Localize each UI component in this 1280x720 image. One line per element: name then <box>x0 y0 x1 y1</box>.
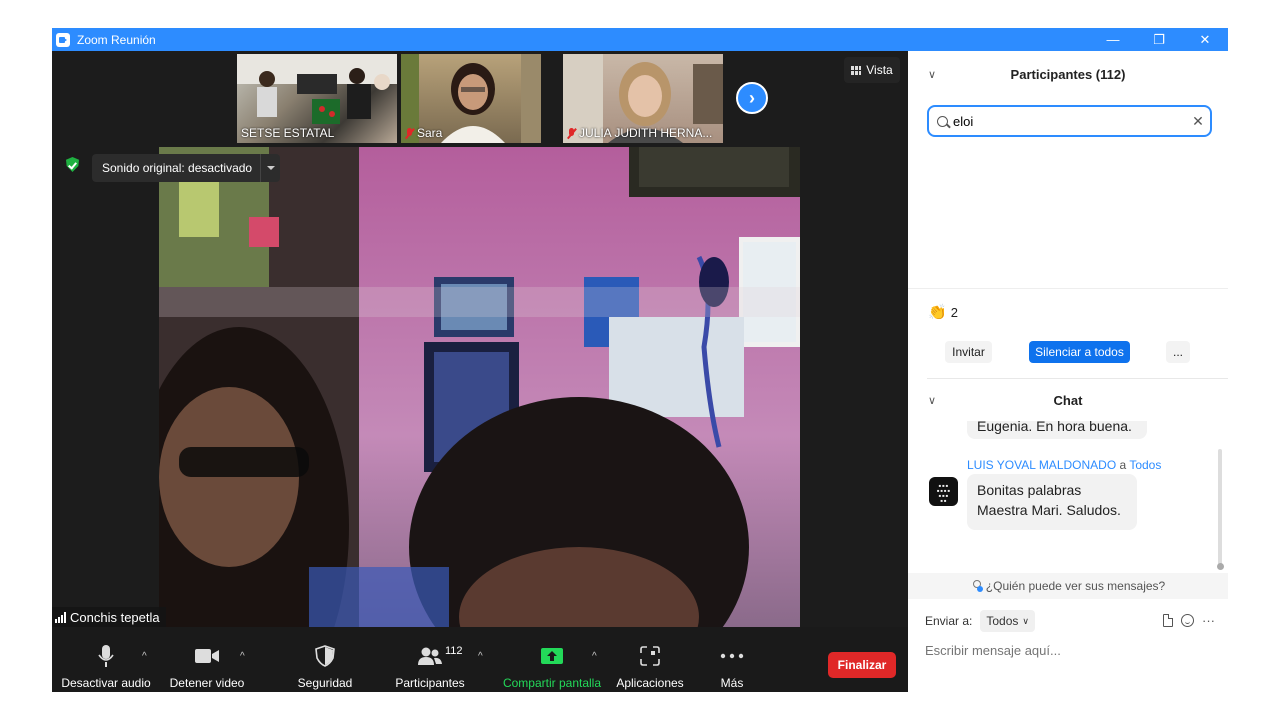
apps-button[interactable]: Aplicaciones <box>612 627 688 692</box>
chat-actions: ··· <box>1163 613 1215 628</box>
mute-all-button[interactable]: Silenciar a todos <box>1029 341 1130 363</box>
encryption-shield-icon[interactable] <box>66 157 79 172</box>
person-icon <box>971 580 983 592</box>
participants-header: ∨ Participantes (112) <box>908 51 1228 97</box>
recipient-name: Todos <box>1129 458 1162 472</box>
security-button[interactable]: Seguridad <box>290 627 360 692</box>
who-can-see-messages-link[interactable]: ¿Quién puede ver sus mensajes? <box>908 573 1228 599</box>
original-sound-dropdown[interactable] <box>260 154 280 182</box>
meeting-toolbar: Desactivar audio ^ Detener video ^ Segur… <box>52 627 908 692</box>
emoji-icon[interactable] <box>1181 614 1194 627</box>
video-options-caret[interactable]: ^ <box>240 651 245 662</box>
restore-button[interactable]: ❐ <box>1136 28 1182 51</box>
participant-thumbnail[interactable]: SETSE ESTATAL <box>237 54 397 143</box>
muted-mic-icon <box>405 127 414 139</box>
chevron-down-icon <box>266 166 275 170</box>
participant-thumbnail[interactable]: JULIA JUDITH HERNA... <box>563 54 723 143</box>
invite-button[interactable]: Invitar <box>945 341 992 363</box>
avatar: ■ ■ ■ ■ ■ ■ ■ ■ ■ ■ ■ ■ <box>929 477 958 506</box>
active-speaker-video[interactable] <box>159 147 800 628</box>
video-camera-icon <box>194 641 220 671</box>
view-label: Vista <box>866 63 893 77</box>
file-icon[interactable] <box>1163 614 1173 627</box>
chat-header: ∨ Chat <box>908 379 1228 421</box>
chevron-right-icon: › <box>749 87 755 108</box>
participant-search-box: ✕ <box>927 105 1212 137</box>
recipient-dropdown[interactable]: Todos ∨ <box>980 610 1035 632</box>
divider <box>908 288 1228 289</box>
clear-search-icon[interactable]: ✕ <box>1186 113 1210 130</box>
participants-count: 112 <box>445 645 463 657</box>
video-feed-image <box>159 147 800 628</box>
video-area: SETSE ESTATAL Sara JULIA JUDITH HERNA...… <box>52 51 908 628</box>
participants-button[interactable]: 112 Participantes <box>390 627 470 692</box>
window-title: Zoom Reunión <box>77 32 156 47</box>
connection-signal-icon <box>55 611 66 623</box>
scrollbar-thumb[interactable] <box>1217 563 1224 570</box>
chevron-down-icon: ∨ <box>1022 615 1029 626</box>
send-to-row: Enviar a: Todos ∨ ··· <box>925 609 1215 633</box>
clapping-hands-icon: 👏 <box>928 304 947 321</box>
shield-icon <box>315 641 335 671</box>
stop-video-button[interactable]: Detener video <box>168 627 246 692</box>
search-icon <box>937 115 948 127</box>
zoom-window: Zoom Reunión — ❐ ✕ SETSE ESTATAL Sara JU… <box>52 28 1228 692</box>
chat-message-input[interactable] <box>925 639 1215 661</box>
reaction-count: 2 <box>950 304 958 320</box>
share-screen-icon <box>540 641 564 671</box>
more-button[interactable]: Más <box>712 627 752 692</box>
share-options-caret[interactable]: ^ <box>592 651 597 662</box>
audio-options-caret[interactable]: ^ <box>142 651 147 662</box>
chat-more-icon[interactable]: ··· <box>1202 613 1215 628</box>
send-to-label: Enviar a: <box>925 614 973 628</box>
chat-message-list[interactable]: Eugenia. En hora buena. LUIS YOVAL MALDO… <box>908 421 1228 573</box>
collapse-chevron-icon[interactable]: ∨ <box>928 394 936 407</box>
close-button[interactable]: ✕ <box>1182 28 1228 51</box>
side-panel: ∨ Participantes (112) ✕ 👏 2 Invitar Sile… <box>908 51 1228 692</box>
participant-name: JULIA JUDITH HERNA... <box>567 126 712 140</box>
mute-audio-button[interactable]: Desactivar audio <box>61 627 151 692</box>
chat-message-bubble: Bonitas palabras Maestra Mari. Saludos. <box>967 474 1137 530</box>
grid-view-icon <box>851 65 862 75</box>
speaker-name: Conchis tepetla <box>70 609 160 625</box>
chat-message-bubble: Eugenia. En hora buena. <box>967 421 1147 439</box>
minimize-button[interactable]: — <box>1090 28 1136 51</box>
participants-icon: 112 <box>417 641 463 671</box>
more-dots-icon <box>720 641 744 671</box>
original-sound-toggle[interactable]: Sonido original: desactivado <box>92 154 280 182</box>
chat-message-header: LUIS YOVAL MALDONADO a Todos <box>967 458 1162 472</box>
next-page-button[interactable]: › <box>736 82 768 114</box>
apps-icon <box>640 641 660 671</box>
participant-thumbnail[interactable]: Sara <box>401 54 541 143</box>
participant-name: SETSE ESTATAL <box>241 126 335 140</box>
participants-title: Participantes (112) <box>1010 66 1126 82</box>
end-meeting-button[interactable]: Finalizar <box>828 652 896 678</box>
title-bar: Zoom Reunión — ❐ ✕ <box>52 28 1228 51</box>
participants-more-button[interactable]: ... <box>1166 341 1190 363</box>
muted-mic-icon <box>567 127 576 139</box>
microphone-icon <box>96 641 116 671</box>
reaction-counter: 👏 2 <box>928 303 958 321</box>
share-screen-button[interactable]: Compartir pantalla <box>500 627 604 692</box>
view-button[interactable]: Vista <box>844 57 900 83</box>
participants-options-caret[interactable]: ^ <box>478 651 483 662</box>
sender-name[interactable]: LUIS YOVAL MALDONADO <box>967 458 1116 472</box>
participant-name: Sara <box>405 126 442 140</box>
collapse-chevron-icon[interactable]: ∨ <box>928 68 936 81</box>
original-sound-label: Sonido original: desactivado <box>102 161 253 175</box>
chat-title: Chat <box>1053 392 1083 408</box>
window-controls: — ❐ ✕ <box>1090 28 1228 51</box>
zoom-logo-icon <box>56 32 70 47</box>
participant-search-input[interactable] <box>953 113 1186 129</box>
speaker-name-tag: Conchis tepetla <box>52 607 166 627</box>
chat-scrollbar[interactable] <box>1218 449 1222 569</box>
